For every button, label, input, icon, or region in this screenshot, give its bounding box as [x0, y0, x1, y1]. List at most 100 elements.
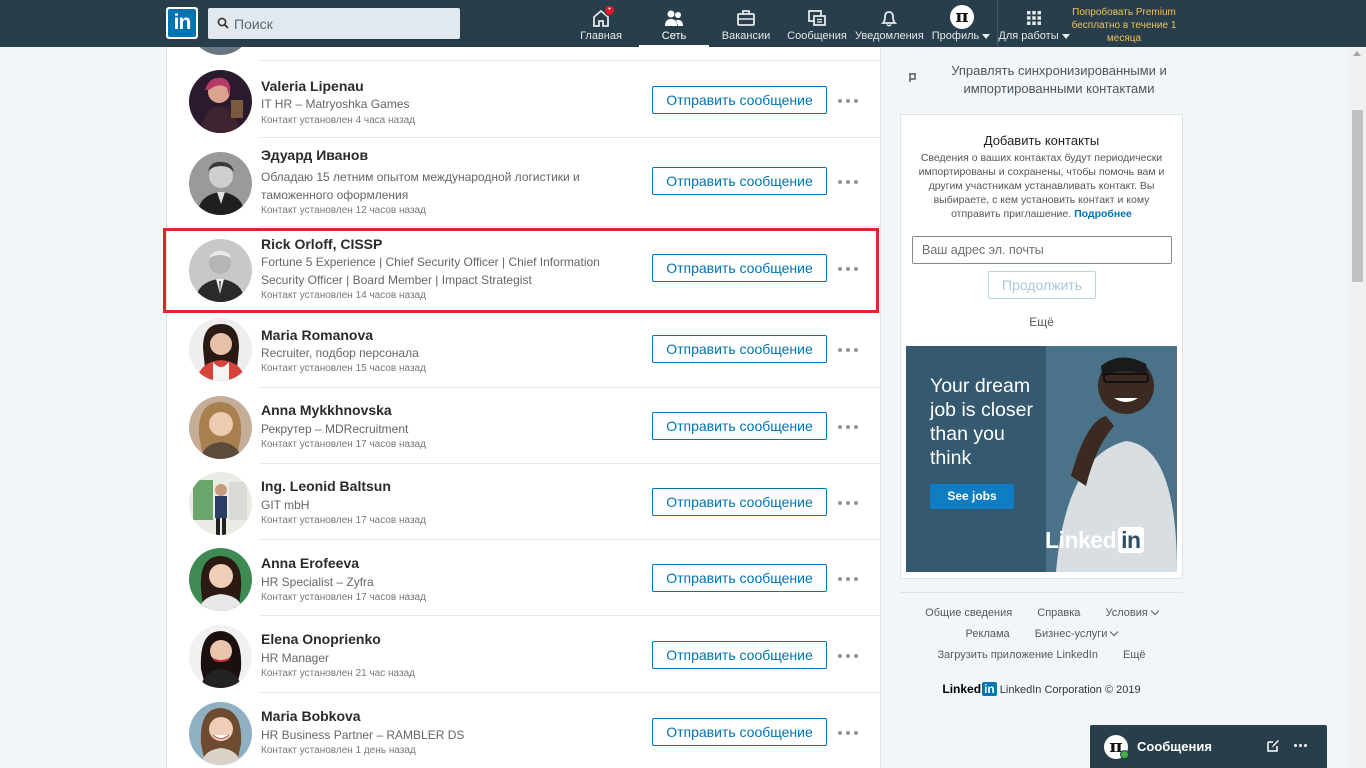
more-options-icon[interactable] — [838, 728, 860, 738]
more-options-icon[interactable] — [1294, 744, 1308, 748]
scroll-up-arrow-icon[interactable] — [1353, 51, 1361, 56]
more-link[interactable]: Ещё — [901, 315, 1182, 329]
footer: Общие сведения Справка Условия Реклама Б… — [900, 592, 1183, 701]
send-message-button[interactable]: Отправить сообщение — [652, 335, 827, 363]
email-field[interactable] — [912, 236, 1172, 264]
nav-network[interactable]: Сеть — [639, 0, 709, 47]
active-tab-indicator — [639, 45, 709, 47]
avatar-photo — [189, 152, 252, 215]
search-box[interactable] — [208, 8, 460, 39]
search-input[interactable] — [234, 8, 456, 39]
job-ad[interactable]: Your dream job is closer than you think … — [906, 346, 1177, 572]
avatar[interactable] — [189, 472, 252, 535]
nav-profile[interactable]: Профиль — [930, 0, 992, 47]
nav-for-business[interactable]: Для работы — [998, 0, 1070, 47]
learn-more-link[interactable]: Подробнее — [1074, 208, 1132, 220]
add-contacts-description: Сведения о ваших контактах будут периоди… — [913, 151, 1170, 221]
footer-business[interactable]: Бизнес-услуги — [1034, 627, 1119, 640]
footer-help[interactable]: Справка — [1037, 607, 1080, 619]
contact-name[interactable]: Elena Onoprienko — [261, 631, 381, 647]
list-item: Anna Erofeeva HR Specialist – Zyfra Конт… — [167, 540, 880, 616]
send-message-button[interactable]: Отправить сообщение — [652, 641, 827, 669]
premium-link[interactable]: Попробовать Premium бесплатно в течение … — [1068, 6, 1180, 45]
sync-contacts-text: Управлять синхронизированными и импортир… — [951, 63, 1167, 96]
avatar[interactable] — [189, 702, 252, 765]
contact-name[interactable]: Anna Erofeeva — [261, 555, 359, 571]
manage-icon — [909, 73, 916, 82]
nav-notifications[interactable]: Уведомления — [855, 0, 924, 47]
send-message-button[interactable]: Отправить сообщение — [652, 564, 827, 592]
nav-messaging[interactable]: Сообщения — [785, 0, 849, 47]
connected-time: Контакт установлен 21 час назад — [261, 668, 415, 679]
more-options-icon[interactable] — [838, 574, 860, 584]
avatar[interactable] — [189, 396, 252, 459]
page-scrollbar[interactable] — [1349, 47, 1366, 768]
avatar-photo — [189, 548, 252, 611]
footer-get-app[interactable]: Загрузить приложение LinkedIn — [937, 649, 1098, 661]
more-options-icon[interactable] — [838, 651, 860, 661]
avatar[interactable] — [189, 70, 252, 133]
more-options-icon[interactable] — [838, 177, 860, 187]
see-jobs-button[interactable]: See jobs — [930, 484, 1014, 509]
send-message-button[interactable]: Отправить сообщение — [652, 86, 827, 114]
footer-advertising[interactable]: Реклама — [966, 628, 1010, 640]
contact-name[interactable]: Эдуард Иванов — [261, 147, 368, 163]
chevron-down-icon — [1150, 606, 1160, 616]
scroll-thumb[interactable] — [1352, 110, 1363, 282]
compose-icon[interactable] — [1266, 739, 1280, 753]
avatar[interactable] — [189, 318, 252, 381]
contact-name[interactable]: Valeria Lipenau — [261, 78, 364, 94]
more-options-icon[interactable] — [838, 264, 860, 274]
connected-time: Контакт установлен 1 день назад — [261, 745, 416, 756]
top-nav: in • Главная Сеть Вакансии Сообщения Уве… — [0, 0, 1366, 47]
nav-messaging-label: Сообщения — [787, 30, 847, 42]
linkedin-logo-mark: in — [168, 9, 196, 37]
footer-about[interactable]: Общие сведения — [925, 607, 1012, 619]
search-icon — [217, 17, 229, 29]
avatar-photo — [189, 625, 252, 688]
avatar-photo — [189, 702, 252, 765]
chevron-down-icon — [982, 33, 991, 39]
send-message-button[interactable]: Отправить сообщение — [652, 718, 827, 746]
avatar[interactable] — [189, 239, 252, 302]
nav-jobs-label: Вакансии — [721, 30, 771, 42]
ad-linkedin-logo: Linked in — [1045, 527, 1144, 554]
footer-brand: Linked — [942, 682, 982, 696]
linkedin-logo[interactable]: in — [166, 7, 198, 39]
footer-business-text: Бизнес-услуги — [1034, 628, 1108, 640]
send-message-button[interactable]: Отправить сообщение — [652, 412, 827, 440]
avatar[interactable] — [189, 47, 252, 55]
send-message-button[interactable]: Отправить сообщение — [652, 167, 827, 195]
contact-name[interactable]: Maria Bobkova — [261, 708, 361, 724]
messaging-bar[interactable]: π Сообщения — [1090, 725, 1327, 768]
contact-name[interactable]: Ing. Leonid Baltsun — [261, 478, 391, 494]
nav-for-business-label: Для работы — [998, 30, 1070, 42]
contact-name[interactable]: Maria Romanova — [261, 327, 373, 343]
more-options-icon[interactable] — [838, 345, 860, 355]
continue-button[interactable]: Продолжить — [988, 271, 1096, 299]
avatar[interactable] — [189, 548, 252, 611]
avatar-photo — [189, 472, 252, 535]
more-options-icon[interactable] — [838, 422, 860, 432]
send-message-button[interactable]: Отправить сообщение — [652, 488, 827, 516]
avatar[interactable] — [189, 625, 252, 688]
avatar-photo — [189, 396, 252, 459]
briefcase-icon — [737, 10, 755, 26]
contact-name[interactable]: Rick Orloff, CISSP — [261, 236, 382, 252]
nav-jobs[interactable]: Вакансии — [718, 0, 774, 47]
more-options-icon[interactable] — [838, 498, 860, 508]
contact-name[interactable]: Anna Mykkhnovska — [261, 402, 392, 418]
ad-brand: Linked — [1045, 527, 1117, 553]
footer-linkedin-logo: Linked in — [942, 682, 997, 696]
footer-more[interactable]: Ещё — [1123, 649, 1146, 661]
connections-list: Valeria Lipenau IT HR – Matryoshka Games… — [166, 47, 881, 768]
footer-terms[interactable]: Условия — [1105, 606, 1160, 619]
nav-home[interactable]: Главная — [578, 0, 624, 47]
notification-badge: • — [604, 5, 615, 16]
footer-row-2: Реклама Бизнес-услуги — [900, 624, 1183, 645]
list-item: Эдуард Иванов Обладаю 15 летним опытом м… — [167, 138, 880, 227]
send-message-button[interactable]: Отправить сообщение — [652, 254, 827, 282]
more-options-icon[interactable] — [838, 96, 860, 106]
nav-profile-text: Профиль — [931, 30, 980, 42]
avatar[interactable] — [189, 152, 252, 215]
